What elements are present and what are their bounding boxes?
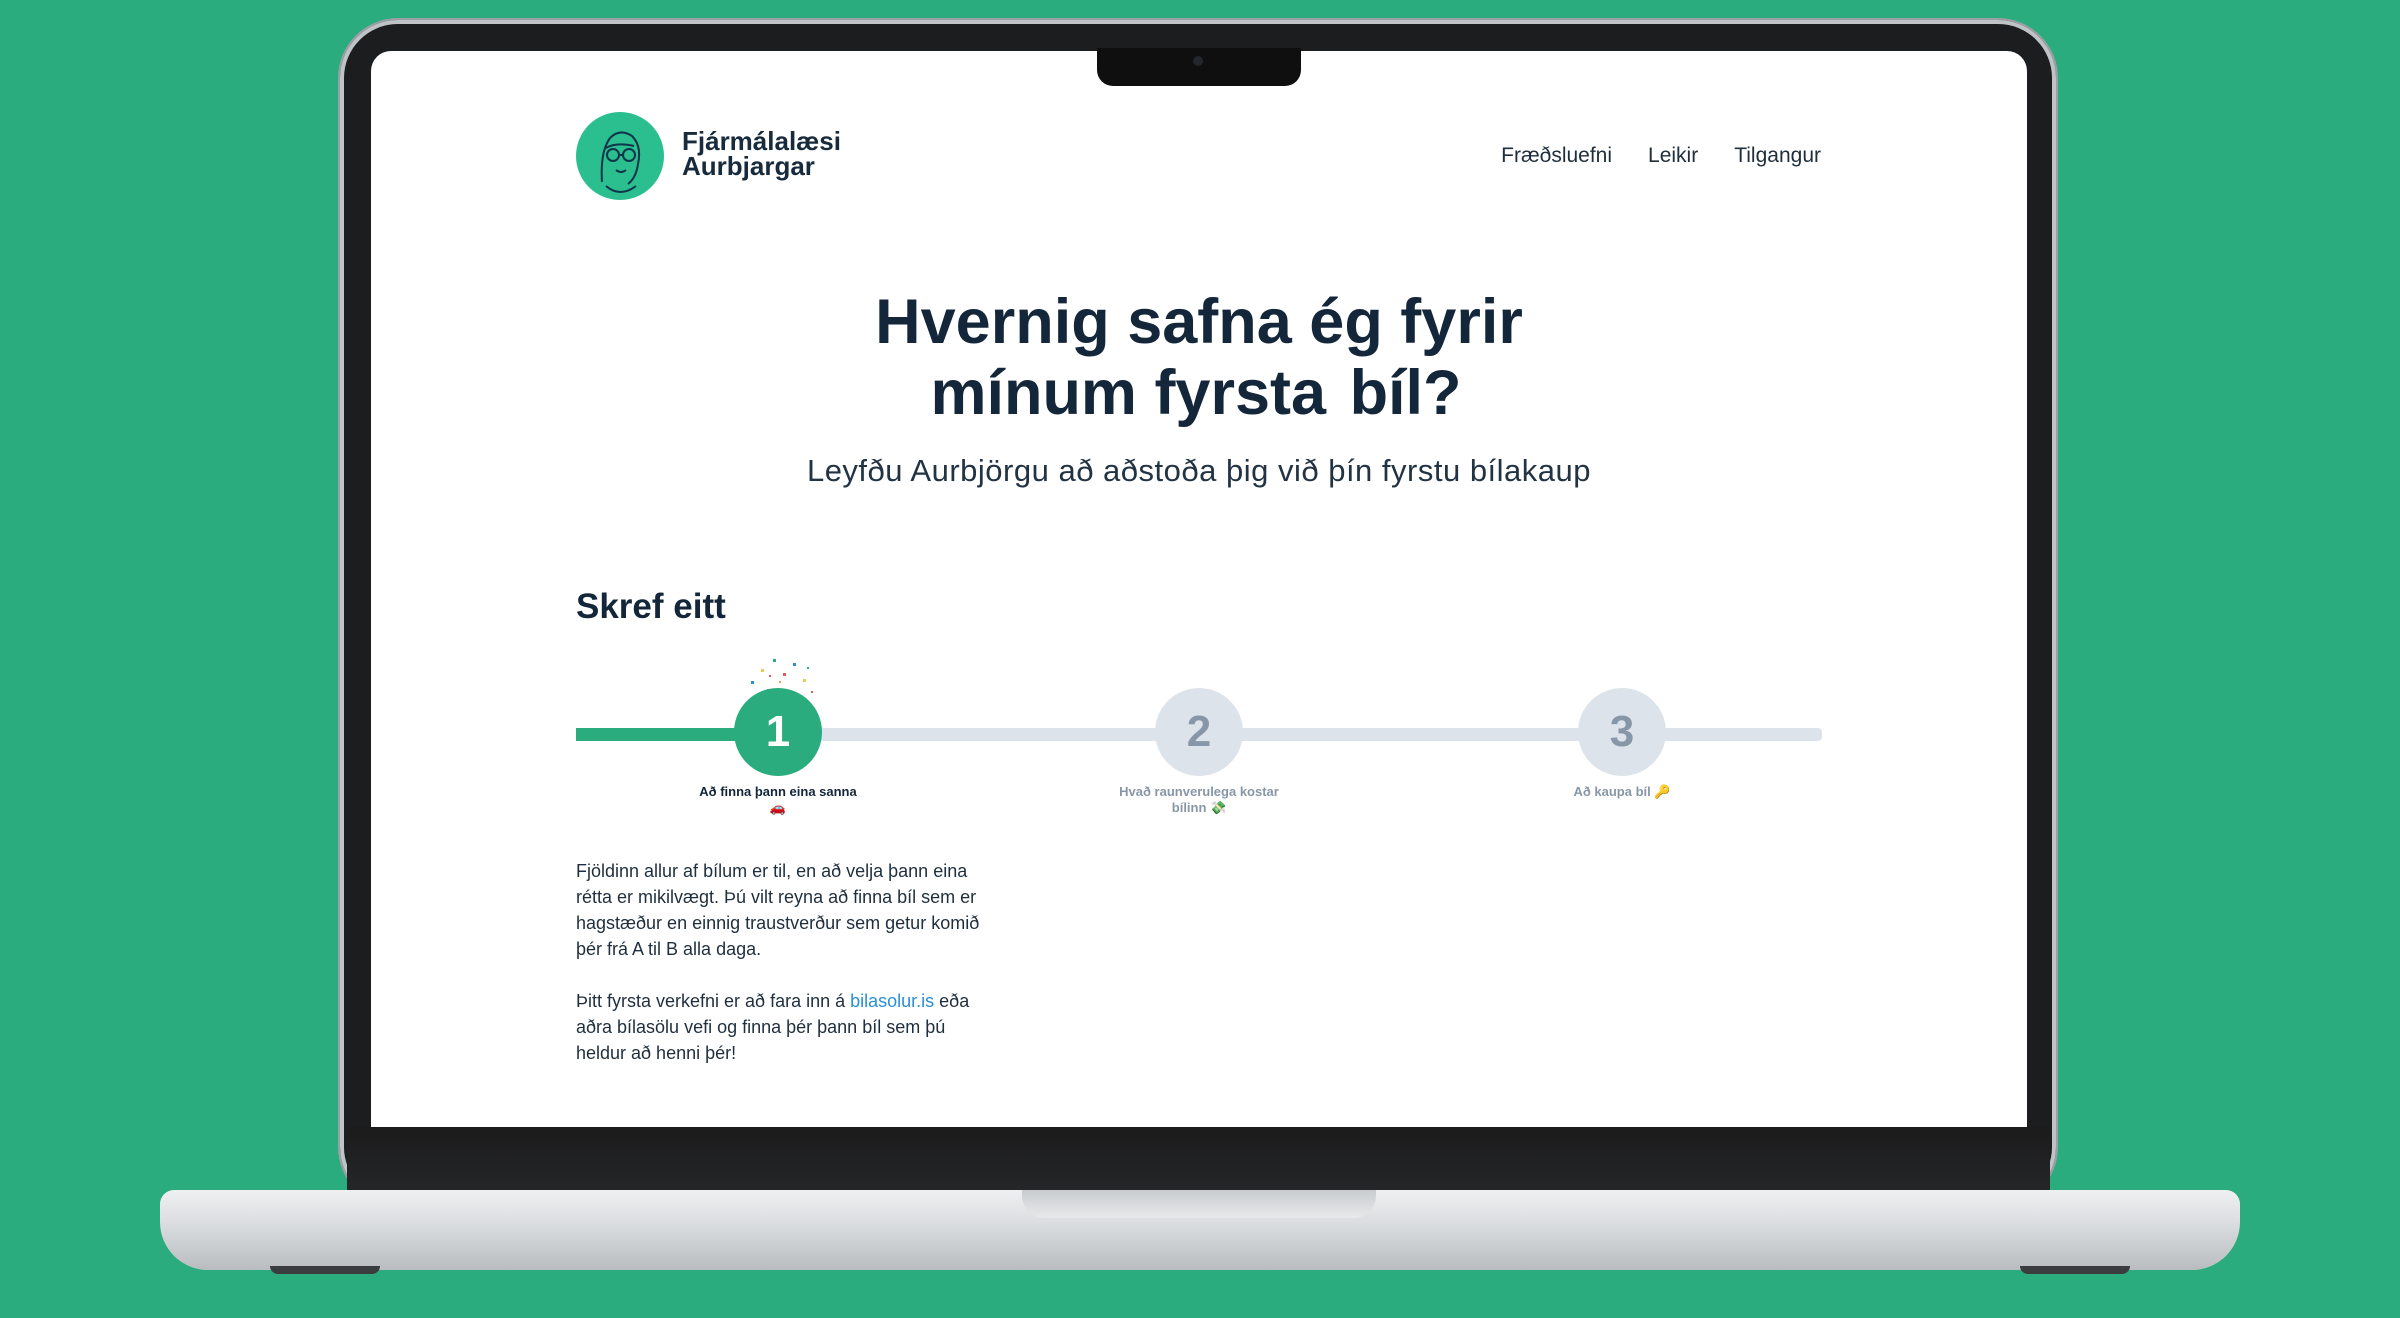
hero-title-highlight-text: bíl? [1349,358,1462,428]
step-1-button[interactable]: 1 [734,688,822,776]
nav-item-fraedsluefni[interactable]: Fræðsluefni [1501,144,1612,168]
brand-line-2: Aurbjargar [682,151,815,181]
laptop-opening-groove [1022,1190,1376,1218]
nav-item-tilgangur[interactable]: Tilgangur [1734,144,1821,168]
hero-subtitle: Leyfðu Aurbjörgu að aðstoða þig við þín … [806,453,1592,488]
main-nav: Fræðsluefni Leikir Tilgangur [1501,144,1821,168]
step-1-label: Að finna þann eina sanna 🚗 [699,784,857,815]
step-2-label: Hvað raunverulega kostar bílinn 💸 [1119,784,1279,815]
laptop-screen: Fjármálalæsi Aurbjargar Fræðsluefni Leik… [371,51,2027,1127]
nav-item-leikir[interactable]: Leikir [1648,144,1698,168]
screen-notch [1097,48,1301,86]
description-paragraph-2: Þitt fyrsta verkefni er að fara inn á bi… [576,988,996,1066]
section-title: Skref eitt [576,587,726,626]
avatar-face-icon [600,131,641,193]
bilasolur-link[interactable]: bilasolur.is [850,991,934,1011]
hero-title-highlight: bíl? [1344,358,1468,429]
hero-title-line-1: Hvernig safna ég fyrir [875,287,1523,357]
brand-name[interactable]: Fjármálalæsi Aurbjargar [682,128,841,181]
hero-title-line-2-text: mínum fyrsta [930,358,1327,428]
step-description: Fjöldinn allur af bílum er til, en að ve… [576,858,996,1092]
logo-avatar[interactable] [576,112,664,200]
step-3-label: Að kaupa bíl 🔑 [1573,784,1671,799]
camera-icon [1193,56,1203,66]
laptop-foot-right [2020,1266,2130,1274]
laptop-foot-left [270,1266,380,1274]
step-2-button[interactable]: 2 [1155,688,1243,776]
step-3-button[interactable]: 3 [1578,688,1666,776]
description-paragraph-1: Fjöldinn allur af bílum er til, en að ve… [576,861,980,959]
hero-title: Hvernig safna ég fyrir mínum fyrsta bíl? [371,287,2027,429]
description-text-before-link: Þitt fyrsta verkefni er að fara inn á [576,991,851,1011]
hero-title-line-2: mínum fyrsta bíl? [371,358,2027,429]
laptop-chin [347,1127,2050,1195]
